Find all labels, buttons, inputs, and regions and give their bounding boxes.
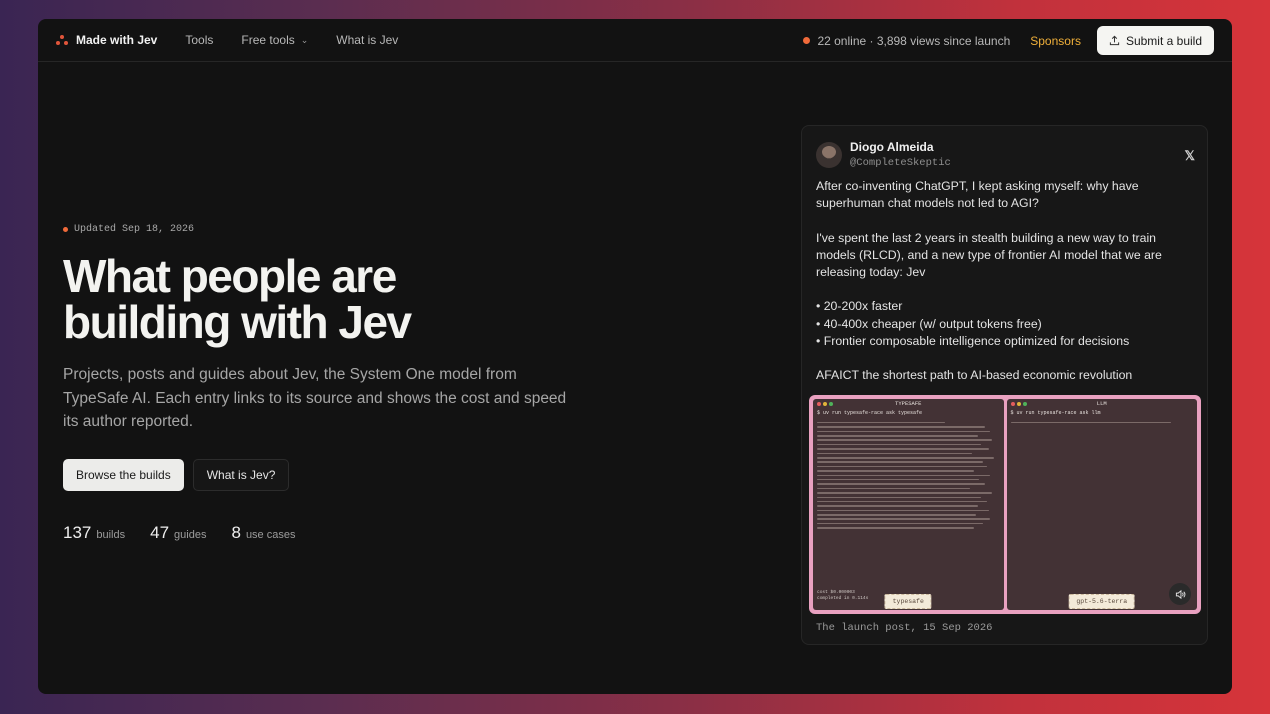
model-tag-llm: gpt-5.6-terra bbox=[1068, 594, 1136, 609]
hero-section: Updated Sep 18, 2026 What people are bui… bbox=[63, 224, 583, 543]
terminal-titlebar: LLM bbox=[1007, 399, 1198, 409]
post-card[interactable]: Diogo Almeida @CompleteSkeptic 𝕏 After c… bbox=[801, 125, 1208, 645]
nav-link-tools[interactable]: Tools bbox=[185, 33, 213, 47]
author-name: Diogo Almeida bbox=[850, 140, 934, 154]
post-paragraph: After co-inventing ChatGPT, I kept askin… bbox=[816, 179, 1139, 211]
stat-number: 8 bbox=[231, 522, 241, 542]
nav-link-free-tools-label: Free tools bbox=[241, 33, 295, 47]
nav-link-free-tools[interactable]: Free tools ⌄ bbox=[241, 33, 308, 47]
online-dot-icon bbox=[803, 37, 811, 44]
terminal-titlebar: TYPESAFE bbox=[813, 399, 1004, 409]
post-paragraph: AFAICT the shortest path to AI-based eco… bbox=[816, 368, 1133, 383]
stat-use-cases: 8 use cases bbox=[231, 523, 295, 543]
hero-buttons: Browse the builds What is Jev? bbox=[63, 458, 583, 491]
submit-label: Submit a build bbox=[1125, 33, 1202, 48]
sound-toggle-button[interactable] bbox=[1169, 583, 1191, 605]
x-logo-icon[interactable]: 𝕏 bbox=[1185, 148, 1195, 164]
what-is-jev-button[interactable]: What is Jev? bbox=[192, 458, 290, 491]
brand-name: Made with Jev bbox=[76, 33, 158, 47]
app-window: Made with Jev Tools Free tools ⌄ What is… bbox=[38, 19, 1232, 694]
stat-label: builds bbox=[96, 528, 126, 541]
title-line-1: What people are bbox=[63, 250, 397, 302]
hero-subtitle: Projects, posts and guides about Jev, th… bbox=[63, 366, 567, 430]
submit-build-button[interactable]: Submit a build bbox=[1096, 26, 1214, 55]
terminal-command: $ uv run typesafe-race ask typesafe bbox=[817, 410, 923, 416]
nav-right: 22 online · 3,898 views since launch Spo… bbox=[803, 19, 1214, 62]
sponsors-link[interactable]: Sponsors bbox=[1030, 34, 1081, 48]
title-line-2: building with Jev bbox=[63, 296, 412, 348]
terminal-title: LLM bbox=[1096, 400, 1107, 407]
terminal-pane-typesafe: TYPESAFE $ uv run typesafe-race ask type… bbox=[813, 399, 1004, 610]
avatar bbox=[816, 141, 842, 168]
updated-dot-icon bbox=[63, 227, 68, 232]
post-paragraph: I've spent the last 2 years in stealth b… bbox=[816, 230, 1162, 279]
updated-text: Updated Sep 18, 2026 bbox=[74, 224, 195, 235]
nav-link-what-is-jev[interactable]: What is Jev bbox=[336, 33, 398, 47]
chevron-down-icon: ⌄ bbox=[300, 34, 309, 45]
post-body: After co-inventing ChatGPT, I kept askin… bbox=[816, 178, 1196, 384]
terminal-command: $ uv run typesafe-race ask llm bbox=[1010, 410, 1101, 416]
stat-guides: 47 guides bbox=[150, 523, 206, 543]
terminal-title: TYPESAFE bbox=[895, 400, 922, 407]
stat-number: 47 bbox=[150, 522, 170, 542]
upload-icon bbox=[1109, 35, 1120, 46]
updated-line: Updated Sep 18, 2026 bbox=[63, 224, 583, 235]
online-status: 22 online · 3,898 views since launch bbox=[803, 34, 1010, 48]
post-header: Diogo Almeida @CompleteSkeptic bbox=[816, 140, 951, 169]
terminal-footer: cost $0.000003 completed in 0.114s bbox=[817, 590, 869, 601]
speaker-icon bbox=[1175, 589, 1185, 599]
top-nav: Made with Jev Tools Free tools ⌄ What is… bbox=[38, 19, 1232, 62]
logo-icon bbox=[56, 34, 68, 46]
author-handle: @CompleteSkeptic bbox=[850, 157, 951, 169]
terminal-output bbox=[813, 417, 1004, 534]
stat-label: guides bbox=[174, 528, 207, 541]
status-text: 22 online · 3,898 views since launch bbox=[817, 33, 1011, 48]
terminal-pane-llm: LLM $ uv run typesafe-race ask llm gpt-5… bbox=[1006, 399, 1198, 610]
browse-builds-button[interactable]: Browse the builds bbox=[63, 458, 184, 491]
post-paragraph: • 20-200x faster • 40-400x cheaper (w/ o… bbox=[816, 299, 1130, 348]
post-video[interactable]: TYPESAFE $ uv run typesafe-race ask type… bbox=[809, 395, 1201, 614]
stats-row: 137 builds 47 guides 8 use cases bbox=[63, 523, 583, 543]
terminal-output bbox=[1007, 417, 1198, 428]
page-title: What people are building with Jev bbox=[63, 253, 583, 345]
stat-number: 137 bbox=[63, 522, 92, 542]
stat-builds: 137 builds bbox=[63, 523, 125, 543]
stat-label: use cases bbox=[245, 528, 296, 541]
brand-logo[interactable]: Made with Jev bbox=[56, 33, 157, 47]
post-caption: The launch post, 15 Sep 2026 bbox=[816, 622, 993, 634]
model-tag-typesafe: typesafe bbox=[884, 594, 932, 609]
